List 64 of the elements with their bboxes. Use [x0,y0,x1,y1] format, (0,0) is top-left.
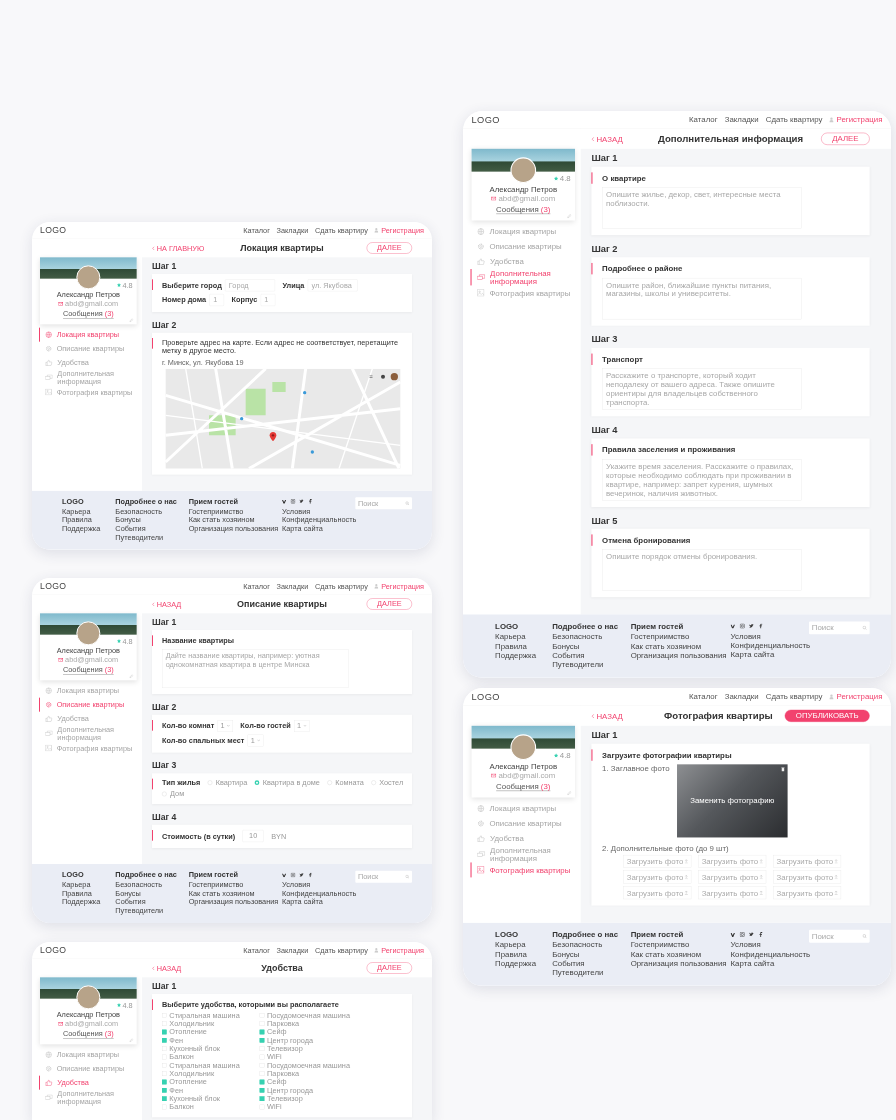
radio-button[interactable] [254,780,260,786]
logo: LOGO [40,945,67,956]
social-icon[interactable] [749,623,755,629]
star-icon [117,1003,122,1008]
social-icon[interactable] [758,623,764,629]
step-heading: Шаг 4 [152,812,178,823]
accent-bar [152,719,153,731]
step-heading: Шаг 5 [591,515,619,526]
logo: LOGO [40,581,67,592]
user-icon [374,947,379,953]
step-heading: Шаг 2 [152,701,178,712]
checkbox[interactable] [259,1038,265,1043]
accent-bar [152,830,153,841]
social-icon[interactable] [282,872,287,878]
accent-bar [152,999,153,1010]
checkbox[interactable] [162,1029,167,1035]
page-title: Фотография квартиры [663,710,774,722]
checkbox[interactable] [259,1096,265,1102]
step-heading: Шаг 1 [591,153,619,164]
checkbox[interactable] [259,1029,265,1035]
checkbox[interactable] [162,1079,167,1085]
step-heading: Шаг 1 [152,261,178,272]
accent-bar [152,279,153,290]
accent-bar [152,337,153,349]
accent-bar [152,778,153,790]
social-icon[interactable] [308,499,313,504]
accent-bar [152,635,153,646]
social-icon[interactable] [282,499,287,504]
social-icon[interactable] [749,931,755,937]
checkbox[interactable] [259,1088,265,1093]
step-heading: Шаг 1 [152,617,178,628]
page-title: Дополнительная информация [656,133,805,145]
logo: LOGO [471,114,500,126]
step-heading: Шаг 4 [591,424,619,436]
step-heading: Шаг 1 [591,730,619,741]
star-icon [554,753,559,758]
user-icon [829,694,834,700]
trash-icon[interactable] [781,767,785,772]
social-icon[interactable] [299,872,304,878]
star-icon [554,176,559,181]
logo: LOGO [40,225,67,236]
step-heading: Шаг 2 [591,243,619,255]
step-heading: Шаг 3 [152,760,178,771]
checkbox[interactable] [259,1079,265,1085]
user-icon [374,583,379,589]
step-heading: Шаг 2 [152,319,178,330]
user-icon [374,227,379,233]
social-icon[interactable] [730,931,736,937]
star-icon [117,639,122,644]
page-title: Описание квартиры [236,598,328,610]
page-title: Локация квартиры [239,242,325,254]
logo: LOGO [471,691,500,703]
step-heading: Шаг 1 [152,981,178,992]
social-icon[interactable] [758,931,764,937]
checkbox[interactable] [162,1096,167,1102]
checkbox[interactable] [162,1038,167,1043]
star-icon [117,283,122,288]
step-heading: Шаг 3 [591,334,619,345]
user-icon [829,117,834,123]
social-icon[interactable] [308,872,313,878]
social-icon[interactable] [730,623,736,629]
page-title: Удобства [260,962,304,974]
checkbox[interactable] [162,1088,167,1093]
social-icon[interactable] [299,499,304,504]
